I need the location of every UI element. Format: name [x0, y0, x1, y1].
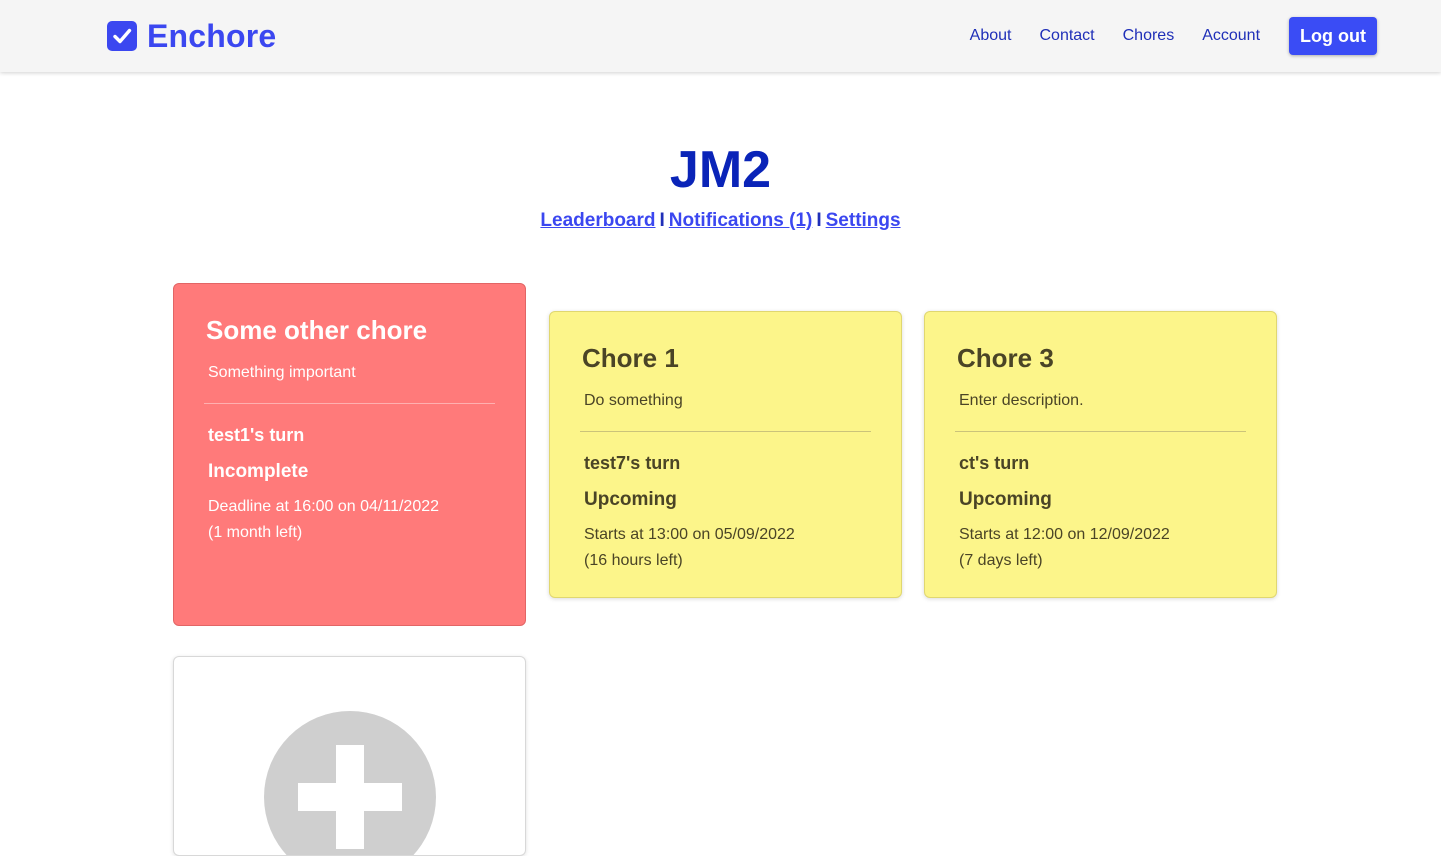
add-chore-card[interactable]	[173, 656, 526, 856]
chore-time: Deadline at 16:00 on 04/11/2022 (1 month…	[206, 494, 493, 546]
chore-time-left: (16 hours left)	[584, 552, 683, 569]
chore-deadline: Deadline at 16:00 on 04/11/2022	[208, 498, 440, 515]
navbar: Enchore About Contact Chores Account Log…	[0, 0, 1441, 72]
chore-description: Do something	[584, 392, 683, 409]
chore-card[interactable]: Chore 3 Enter description. ct's turn Upc…	[924, 311, 1277, 598]
chore-time-left: (1 month left)	[208, 524, 303, 541]
chore-start-time: Starts at 12:00 on 12/09/2022	[959, 526, 1170, 543]
chore-divider	[204, 403, 495, 404]
nav-link-about[interactable]: About	[970, 27, 1012, 45]
notifications-link[interactable]: Notifications (1)	[669, 210, 813, 231]
chore-turn: test1's turn	[208, 425, 305, 445]
chore-start-time: Starts at 13:00 on 05/09/2022	[584, 526, 795, 543]
nav-link-chores[interactable]: Chores	[1123, 27, 1175, 45]
nav-links: About Contact Chores Account Log out	[942, 17, 1377, 55]
plus-horizontal-bar	[298, 783, 402, 811]
group-subnav: Leaderboard I Notifications (1) I Settings	[0, 210, 1441, 232]
chore-title: Chore 3	[957, 343, 1054, 373]
logout-button[interactable]: Log out	[1289, 17, 1377, 55]
chore-status: Upcoming	[584, 489, 677, 510]
chore-status: Upcoming	[959, 489, 1052, 510]
nav-link-account[interactable]: Account	[1202, 27, 1260, 45]
chore-title: Chore 1	[582, 343, 679, 373]
chore-time-left: (7 days left)	[959, 552, 1043, 569]
chore-status: Incomplete	[208, 461, 309, 482]
brand-logo-link[interactable]: Enchore	[107, 16, 276, 56]
chore-time: Starts at 13:00 on 05/09/2022 (16 hours …	[582, 522, 869, 574]
chore-divider	[955, 431, 1246, 432]
chore-card[interactable]: Chore 1 Do something test7's turn Upcomi…	[549, 311, 902, 598]
brand-name: Enchore	[147, 17, 277, 54]
chore-title: Some other chore	[206, 315, 428, 345]
chore-card[interactable]: Some other chore Something important tes…	[173, 283, 526, 626]
settings-link[interactable]: Settings	[826, 210, 901, 231]
subnav-separator: I	[659, 210, 665, 231]
check-square-icon	[107, 21, 137, 51]
subnav-separator: I	[816, 210, 822, 231]
chore-description: Enter description.	[959, 392, 1084, 409]
plus-circle-icon	[264, 711, 436, 855]
chore-time: Starts at 12:00 on 12/09/2022 (7 days le…	[957, 522, 1244, 574]
chore-turn: test7's turn	[584, 453, 681, 473]
chore-turn: ct's turn	[959, 453, 1030, 473]
chore-divider	[580, 431, 871, 432]
leaderboard-link[interactable]: Leaderboard	[540, 210, 655, 231]
group-title: JM2	[669, 141, 772, 199]
nav-link-contact[interactable]: Contact	[1039, 27, 1094, 45]
chore-description: Something important	[208, 364, 356, 381]
